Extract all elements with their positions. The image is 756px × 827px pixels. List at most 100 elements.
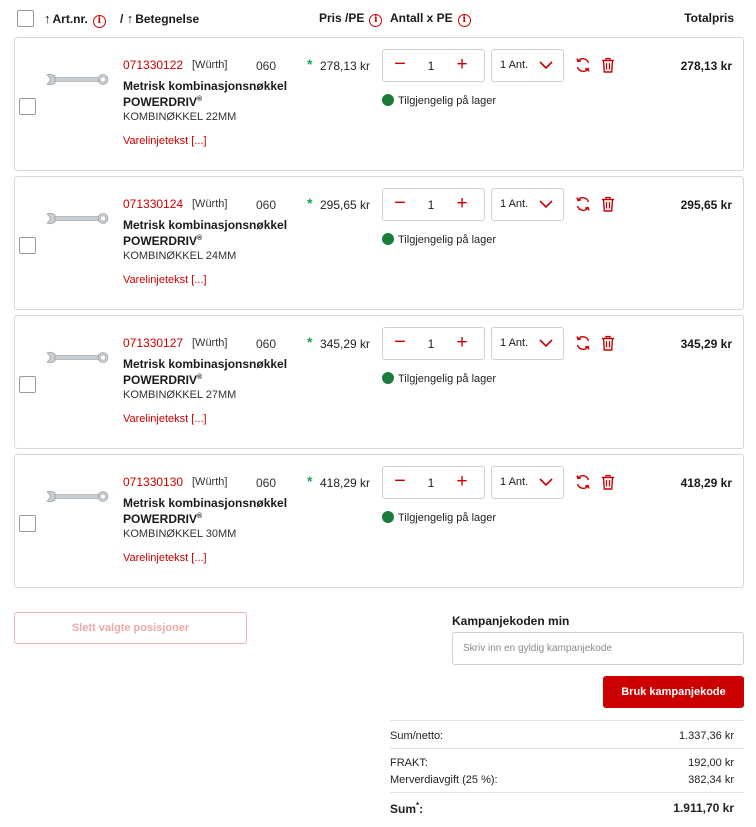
stock-status-text: Tilgjengelig på lager [398,512,497,524]
increase-quantity-button[interactable]: + [450,192,474,217]
product-name-text: Metrisk kombinasjonsnøkkel POWERDRIV [123,79,288,109]
article-number-link[interactable]: 071330124 [123,197,183,211]
chevron-down-icon [539,61,553,70]
brand-label: [Würth] [192,198,228,210]
pe-value: 060 [256,476,277,490]
product-name[interactable]: Metrisk kombinasjonsnøkkel POWERDRIV® [123,358,313,387]
product-name-text: Metrisk kombinasjonsnøkkel POWERDRIV [123,357,288,387]
increase-quantity-button[interactable]: + [450,331,474,356]
unit-select[interactable]: 1 Ant. [491,466,564,499]
varelinjetekst-link[interactable]: Varelinjetekst [...] [123,413,207,425]
article-number-link[interactable]: 071330130 [123,475,183,489]
item-checkbox[interactable] [19,98,36,115]
chevron-down-icon [539,200,553,209]
stock-status: Tilgjengelig på lager [382,94,496,107]
mva-label: Merverdiavgift (25 %): [390,774,498,786]
column-pris-label: Pris /PE [319,11,365,25]
decrease-quantity-button[interactable]: − [388,470,412,495]
delete-selected-button[interactable]: Slett valgte posisjoner [14,612,247,644]
apply-campaign-button[interactable]: Bruk kampanjekode [603,676,744,708]
cart-header: ↑ Art.nr. i / ↑ Betegnelse Pris /PE i Antall… [0,0,756,36]
unit-select[interactable]: 1 Ant. [491,327,564,360]
registered-mark: ® [197,235,203,242]
column-antall: Antall x PE i [390,11,471,27]
sort-betegnelse[interactable]: / ↑ Betegnelse [120,11,199,26]
sum-netto-value: 1.337,36 kr [678,730,734,742]
product-name[interactable]: Metrisk kombinasjonsnøkkel POWERDRIV® [123,80,313,109]
star-icon: * [307,56,313,72]
quantity-stepper: − 1 + [382,327,485,360]
refresh-icon[interactable] [575,335,591,351]
trash-icon[interactable] [601,335,615,351]
trash-icon[interactable] [601,474,615,490]
unit-select-value: 1 Ant. [500,337,529,349]
status-dot-icon [382,511,394,523]
cart-item: 071330127 [Würth] 060 Metrisk kombinasjo… [14,315,744,449]
varelinjetekst-link[interactable]: Varelinjetekst [...] [123,135,207,147]
quantity-value[interactable]: 1 [418,337,444,351]
product-subtitle: KOMBINØKKEL 22MM [123,111,237,123]
star-icon: * [307,334,313,350]
stock-status-text: Tilgjengelig på lager [398,95,497,107]
cart-item: 071330130 [Würth] 060 Metrisk kombinasjo… [14,454,744,588]
increase-quantity-button[interactable]: + [450,53,474,78]
column-totalpris-label: Totalpris [684,11,734,25]
product-name[interactable]: Metrisk kombinasjonsnøkkel POWERDRIV® [123,219,313,248]
line-total: 278,13 kr [680,59,732,73]
star-icon: * [307,195,313,211]
product-subtitle: KOMBINØKKEL 27MM [123,389,237,401]
unit-select-value: 1 Ant. [500,198,529,210]
campaign-title: Kampanjekoden min [452,614,570,628]
sum-total-label: Sum*: [390,801,423,816]
quantity-stepper: − 1 + [382,49,485,82]
sum-netto-label: Sum/netto: [390,730,444,742]
increase-quantity-button[interactable]: + [450,470,474,495]
info-icon[interactable]: i [369,14,383,27]
decrease-quantity-button[interactable]: − [388,192,412,217]
info-icon[interactable]: i [457,14,471,27]
unit-select-value: 1 Ant. [500,59,529,71]
quantity-value[interactable]: 1 [418,476,444,490]
item-checkbox[interactable] [19,237,36,254]
decrease-quantity-button[interactable]: − [388,53,412,78]
wrench-product-image[interactable] [45,348,111,368]
quantity-stepper: − 1 + [382,466,485,499]
trash-icon[interactable] [601,57,615,73]
select-all-checkbox[interactable] [17,10,34,27]
trash-icon[interactable] [601,196,615,212]
decrease-quantity-button[interactable]: − [388,331,412,356]
wrench-product-image[interactable] [45,70,111,90]
chevron-down-icon [539,478,553,487]
refresh-icon[interactable] [575,57,591,73]
registered-mark: ® [197,513,203,520]
column-pris: Pris /PE i [319,11,383,27]
wrench-product-image[interactable] [45,209,111,229]
info-icon[interactable]: i [92,15,106,28]
mva-value: 382,34 kr [688,774,734,786]
unit-price: 295,65 kr [320,198,371,212]
quantity-value[interactable]: 1 [418,198,444,212]
chevron-down-icon [539,339,553,348]
wrench-product-image[interactable] [45,487,111,507]
refresh-icon[interactable] [575,196,591,212]
sort-artnr[interactable]: ↑ Art.nr. i [44,11,106,28]
article-number-link[interactable]: 071330127 [123,336,183,350]
varelinjetekst-link[interactable]: Varelinjetekst [...] [123,552,207,564]
line-total: 345,29 kr [680,337,732,351]
sum-total-value: 1.911,70 kr [673,801,734,815]
varelinjetekst-link[interactable]: Varelinjetekst [...] [123,274,207,286]
unit-select[interactable]: 1 Ant. [491,49,564,82]
unit-select[interactable]: 1 Ant. [491,188,564,221]
frakt-value: 192,00 kr [688,757,734,769]
product-name[interactable]: Metrisk kombinasjonsnøkkel POWERDRIV® [123,497,313,526]
pe-value: 060 [256,337,277,351]
item-checkbox[interactable] [19,376,36,393]
item-checkbox[interactable] [19,515,36,532]
refresh-icon[interactable] [575,474,591,490]
campaign-code-input[interactable] [452,632,744,665]
quantity-value[interactable]: 1 [418,59,444,73]
stock-status-text: Tilgjengelig på lager [398,234,497,246]
column-artnr-label: Art.nr. [52,12,88,26]
star-icon: * [307,473,313,489]
article-number-link[interactable]: 071330122 [123,58,183,72]
